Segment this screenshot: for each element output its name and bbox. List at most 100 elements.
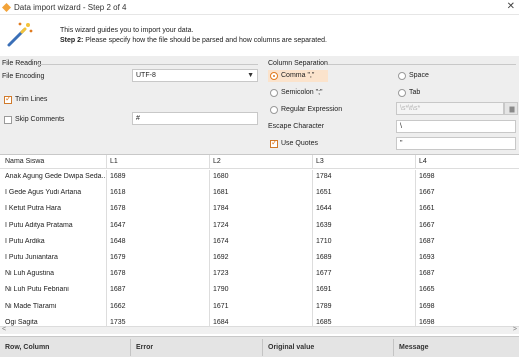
trim-lines-checkbox[interactable]: [4, 94, 12, 104]
column-separator: [209, 186, 210, 203]
title-bar: Data import wizard - Step 2 of 4 ✕: [0, 0, 519, 15]
table-cell: 1789: [316, 302, 332, 310]
use-quotes-checkbox[interactable]: [270, 138, 278, 148]
table-cell: I Ketut Putra Hara: [5, 205, 62, 213]
step-text: Please specify how the file should be pa…: [85, 37, 327, 44]
escape-character-field[interactable]: \: [396, 120, 516, 133]
table-cell: 1667: [419, 221, 435, 229]
table-cell: 1698: [419, 318, 435, 326]
table-cell: 1651: [316, 189, 332, 197]
error-column-header[interactable]: Row, Column: [5, 344, 49, 351]
column-separation-group-label: Column Separation: [268, 60, 328, 67]
error-column-header[interactable]: Error: [136, 344, 153, 351]
column-separator: [312, 251, 313, 268]
table-row[interactable]: I Putu Aditya Pratama 1647 1724 1639 1667: [0, 218, 519, 235]
table-cell: 1639: [316, 221, 332, 229]
table-cell: 1687: [110, 286, 126, 294]
regex-radio[interactable]: [270, 106, 278, 114]
column-separator: [209, 234, 210, 251]
quote-character-field[interactable]: ": [396, 137, 516, 150]
chevron-down-icon: ▼: [247, 72, 254, 79]
table-row[interactable]: Ni Luh Putu Febriani 1687 1790 1691 1665: [0, 283, 519, 300]
table-cell: 1691: [316, 286, 332, 294]
table-row[interactable]: I Putu Ardika 1648 1674 1710 1687: [0, 234, 519, 251]
table-cell: 1692: [213, 254, 229, 261]
table-row[interactable]: Ogi Sagita 1735 1684 1685 1698: [0, 315, 519, 326]
column-separator: [312, 202, 313, 219]
column-separator: [415, 218, 416, 235]
column-separator: [415, 299, 416, 316]
table-cell: 1689: [316, 254, 332, 261]
table-row[interactable]: I Gede Agus Yudi Artana 1618 1681 1651 1667: [0, 186, 519, 203]
comment-char-value: #: [136, 115, 140, 122]
column-separator: [415, 267, 416, 284]
table-row[interactable]: Ni Luh Agustina 1678 1723 1677 1687: [0, 267, 519, 284]
table-cell: 1723: [213, 270, 229, 278]
column-separator: [106, 202, 107, 219]
space-radio[interactable]: [398, 72, 406, 80]
error-column-header[interactable]: Original value: [268, 344, 314, 351]
tab-label: Tab: [409, 89, 421, 96]
table-cell: 1710: [316, 237, 332, 245]
column-separator: [415, 202, 416, 219]
tab-radio[interactable]: [398, 89, 406, 97]
column-header[interactable]: L1: [110, 158, 210, 165]
column-separator: [209, 299, 210, 316]
column-separator: [312, 299, 313, 316]
semicolon-label: Semicolon ";": [281, 89, 323, 96]
close-icon[interactable]: ✕: [507, 1, 515, 12]
table-cell: 1687: [419, 237, 435, 245]
column-header[interactable]: L2: [213, 158, 313, 165]
column-separator: [106, 315, 107, 326]
edit-icon: [509, 106, 515, 113]
table-row[interactable]: Anak Agung Gede Dwipa Seda... 1689 1680 178…: [0, 170, 519, 187]
table-cell: 1687: [419, 270, 435, 278]
column-separator: [415, 186, 416, 203]
semicolon-radio[interactable]: [270, 89, 278, 97]
window-title: Data import wizard - Step 2 of 4: [14, 3, 127, 12]
table-cell: 1661: [419, 205, 435, 213]
table-cell: 1698: [419, 302, 435, 310]
table-cell: 1678: [110, 205, 126, 213]
column-separator: [312, 170, 313, 187]
preview-table[interactable]: Nama Siswa L1 L2 L3 L4 Anak Agung Gede D…: [0, 154, 519, 326]
column-header[interactable]: L4: [419, 158, 519, 165]
comma-radio[interactable]: [270, 72, 278, 80]
table-cell: 1693: [419, 254, 435, 261]
regex-label: Regular Expression: [281, 106, 343, 113]
table-cell: 1679: [110, 254, 126, 261]
table-row[interactable]: Ni Made Tlarami 1662 1671 1789 1698: [0, 299, 519, 316]
regex-field[interactable]: \s*\t\s*: [396, 102, 504, 115]
skip-comments-checkbox[interactable]: [4, 116, 12, 124]
scroll-left-icon[interactable]: <: [2, 326, 6, 333]
column-separator: [209, 218, 210, 235]
file-encoding-select[interactable]: UTF-8 ▼: [132, 69, 258, 82]
app-icon: [2, 3, 11, 12]
magic-wand-icon: [7, 22, 33, 47]
column-separator: [312, 315, 313, 326]
scroll-right-icon[interactable]: >: [513, 326, 517, 333]
group-divider: [38, 64, 258, 65]
table-cell: 1647: [110, 221, 126, 229]
trim-lines-label: Trim Lines: [15, 96, 48, 103]
regex-edit-button[interactable]: [504, 102, 518, 115]
column-separator: [415, 283, 416, 300]
column-separator: [209, 315, 210, 326]
file-encoding-value: UTF-8: [136, 72, 156, 79]
column-separator: [312, 267, 313, 284]
skip-comments-label: Skip Comments: [15, 116, 65, 123]
column-header[interactable]: Nama Siswa: [5, 158, 105, 165]
error-column-header[interactable]: Message: [399, 344, 429, 351]
table-cell: 1689: [110, 173, 126, 180]
table-row[interactable]: I Ketut Putra Hara 1678 1784 1644 1661: [0, 202, 519, 219]
comment-char-field[interactable]: #: [132, 112, 258, 125]
space-label: Space: [409, 72, 429, 79]
column-header[interactable]: L3: [316, 158, 416, 165]
column-separator: [106, 186, 107, 203]
horizontal-scrollbar[interactable]: < >: [0, 326, 519, 334]
file-reading-group-label: File Reading: [2, 60, 42, 67]
table-cell: 1674: [213, 237, 229, 245]
intro-text: This wizard guides you to import your da…: [60, 27, 194, 34]
column-separator: [106, 283, 107, 300]
table-row[interactable]: I Putu Juniantara 1679 1692 1689 1693: [0, 251, 519, 268]
